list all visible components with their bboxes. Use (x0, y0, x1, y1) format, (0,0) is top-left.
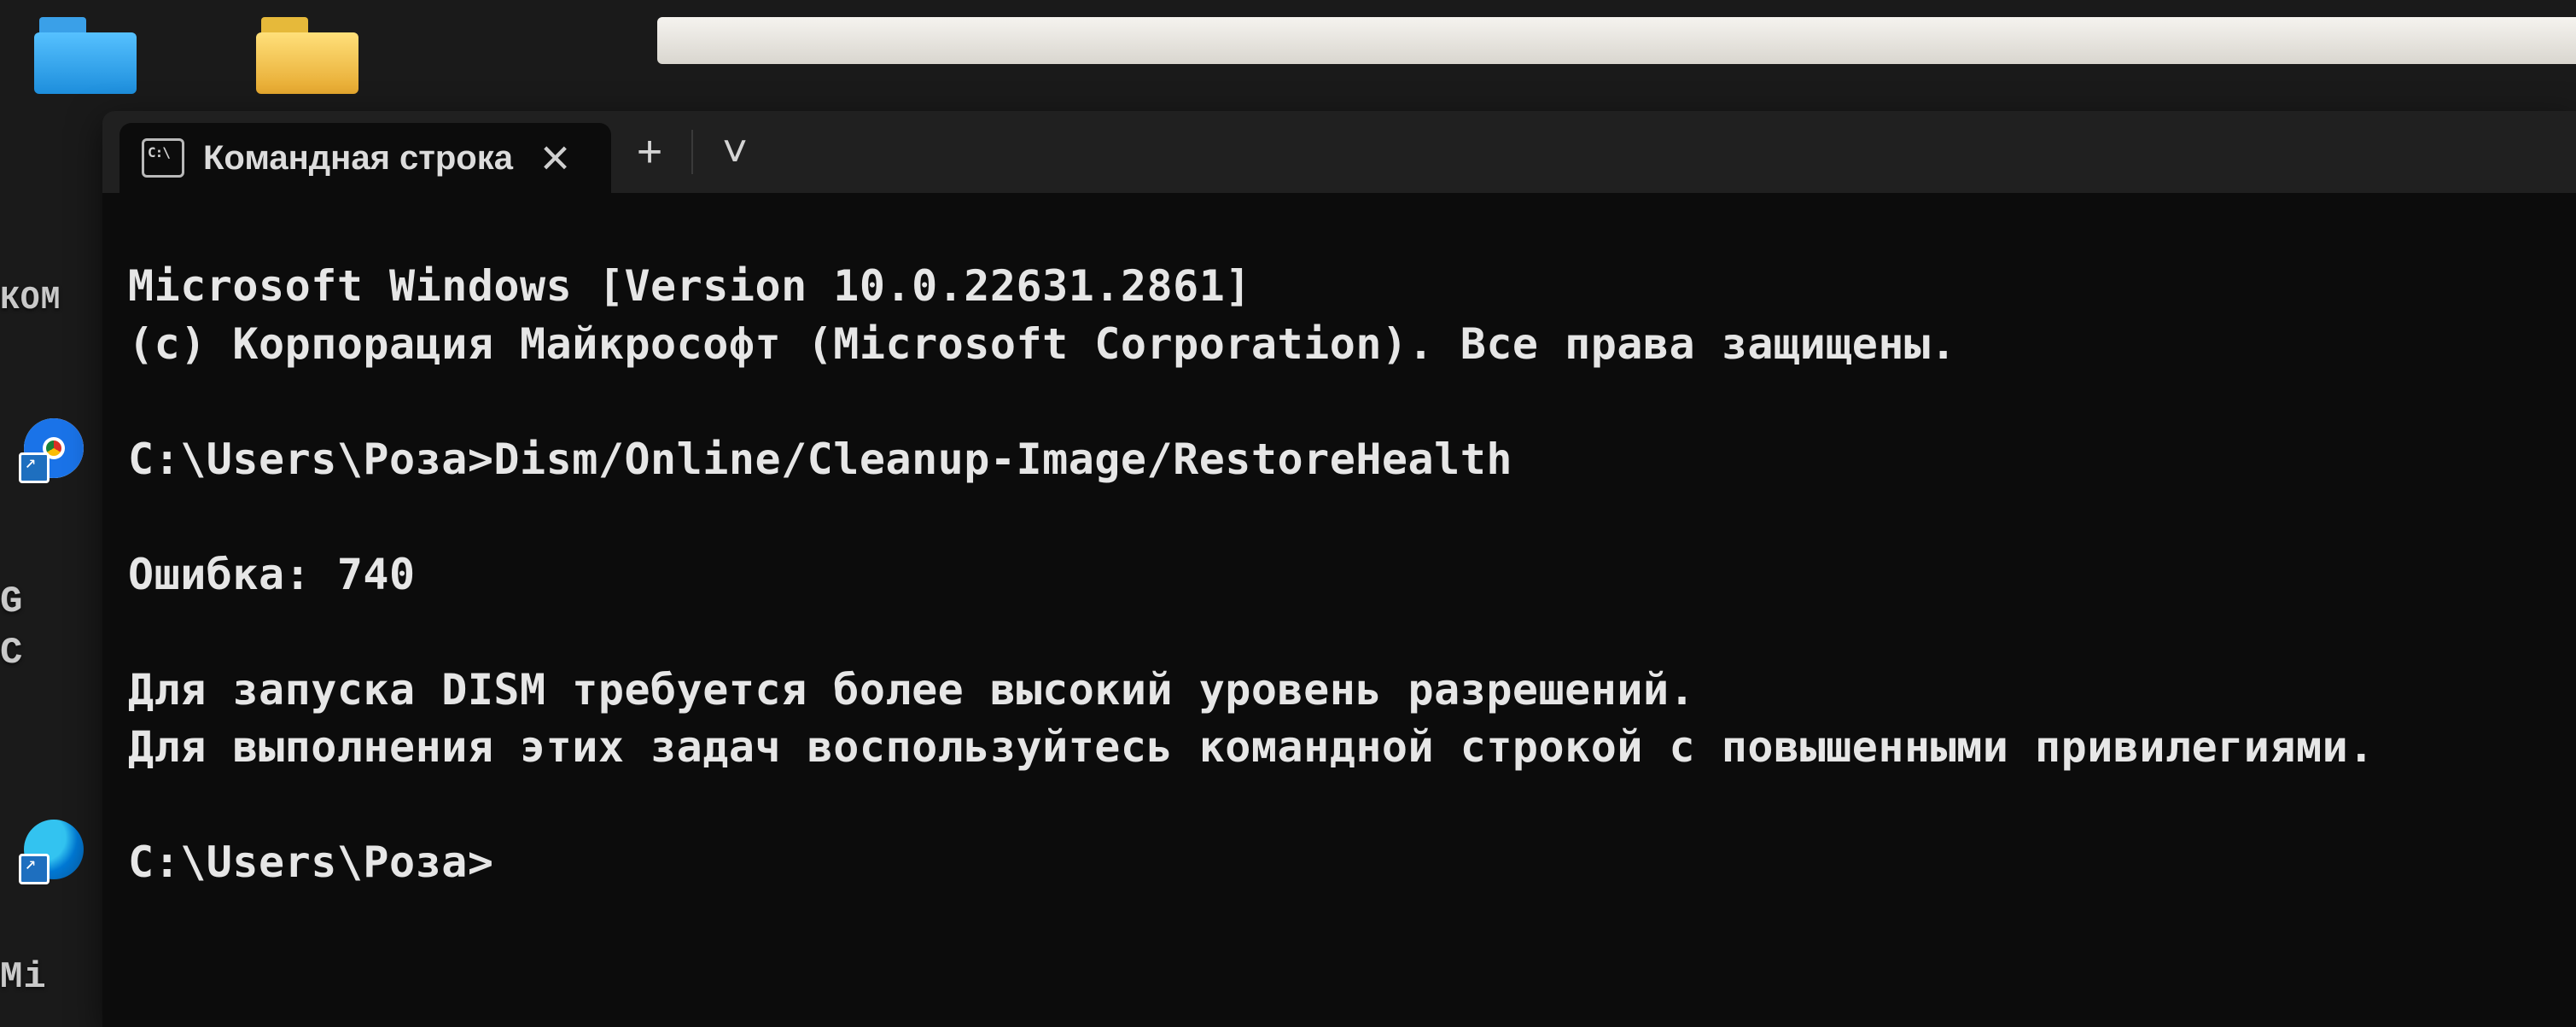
new-tab-button[interactable]: + (611, 111, 688, 193)
terminal-line: (c) Корпорация Майкрософт (Microsoft Cor… (128, 319, 1956, 369)
command-prompt-icon (142, 138, 184, 178)
terminal-tab[interactable]: Командная строка × (119, 123, 611, 193)
desktop-icon-label-truncated: G (0, 581, 23, 623)
desktop-folder-blue[interactable] (34, 17, 137, 94)
desktop-icon-label-truncated: Mi (0, 956, 47, 999)
terminal-line: Ошибка: 740 (128, 550, 416, 599)
terminal-line: C:\Users\Роза>Dism/Online/Cleanup-Image/… (128, 435, 1512, 484)
desktop-icon-label-truncated: C (0, 632, 23, 674)
background-window-titlebar[interactable] (657, 17, 2576, 64)
terminal-title-bar[interactable]: Командная строка × + ˅ (102, 111, 2576, 193)
chrome-shortcut-icon[interactable] (24, 418, 84, 478)
terminal-line: Microsoft Windows [Version 10.0.22631.28… (128, 261, 1251, 311)
edge-shortcut-icon[interactable] (24, 820, 84, 879)
terminal-line: C:\Users\Роза> (128, 837, 493, 887)
tab-dropdown-button[interactable]: ˅ (696, 111, 773, 193)
desktop-folder-yellow[interactable] (256, 17, 358, 94)
terminal-line: Для выполнения этих задач воспользуйтесь… (128, 722, 2375, 772)
title-bar-divider (691, 130, 693, 174)
close-tab-button[interactable]: × (532, 132, 579, 184)
terminal-output[interactable]: Microsoft Windows [Version 10.0.22631.28… (102, 236, 2576, 918)
terminal-window: Командная строка × + ˅ Microsoft Windows… (102, 111, 2576, 1027)
terminal-line: Для запуска DISM требуется более высокий… (128, 665, 1695, 715)
terminal-tab-title: Командная строка (203, 139, 513, 178)
shortcut-overlay-icon (19, 854, 50, 884)
shortcut-overlay-icon (19, 452, 50, 483)
desktop-icon-label-truncated: КОМ (0, 282, 61, 318)
